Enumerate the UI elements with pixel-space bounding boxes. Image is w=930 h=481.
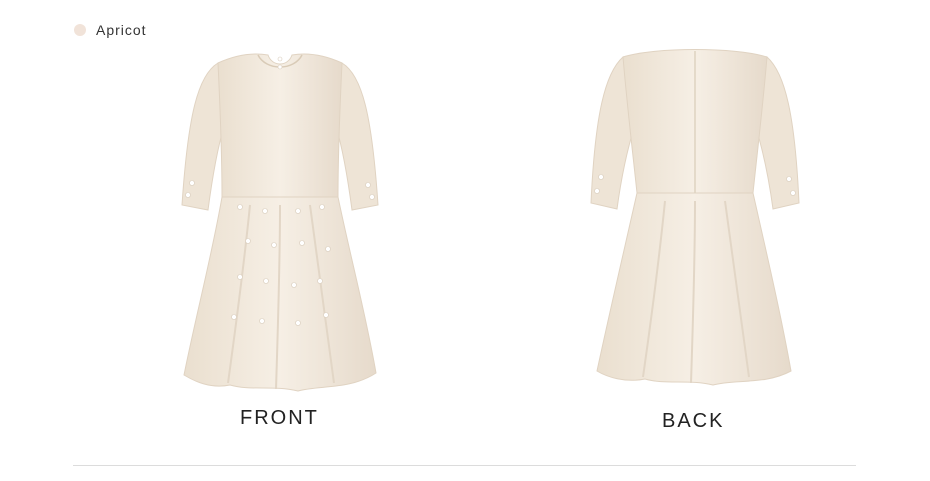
swatch-label: Apricot — [96, 22, 147, 38]
divider — [73, 465, 856, 466]
apricot-swatch-dot[interactable] — [74, 24, 86, 36]
dress-front-image — [181, 53, 379, 392]
back-view-label: BACK — [662, 410, 725, 432]
dress-back-image — [590, 49, 800, 386]
front-view-label: FRONT — [240, 407, 319, 429]
color-swatch[interactable]: Apricot — [74, 22, 147, 38]
